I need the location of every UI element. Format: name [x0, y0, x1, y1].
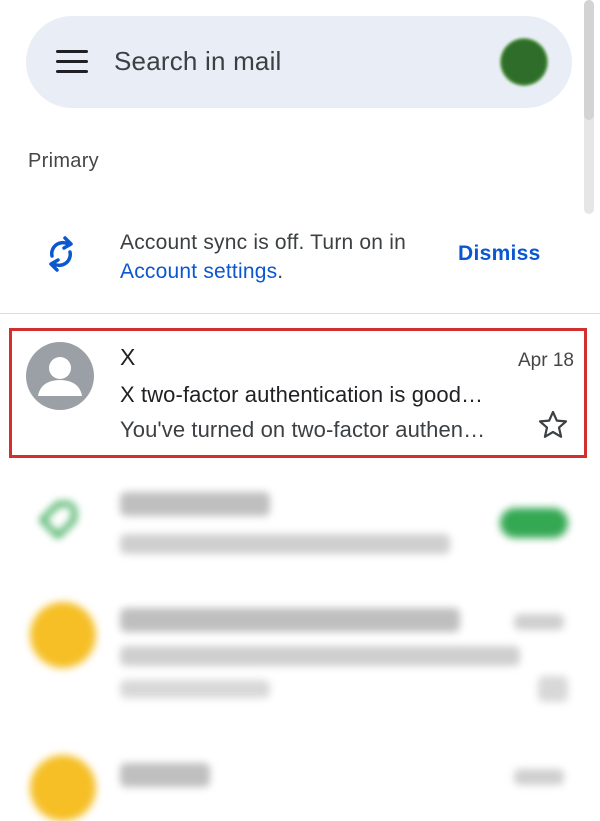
- account-settings-link[interactable]: Account settings: [120, 260, 277, 283]
- search-input[interactable]: Search in mail: [114, 46, 282, 77]
- account-avatar[interactable]: [502, 40, 546, 84]
- divider: [0, 313, 600, 314]
- dismiss-button[interactable]: Dismiss: [458, 242, 541, 266]
- sync-message-end: .: [277, 260, 284, 283]
- email-sender: X: [120, 344, 136, 370]
- list-item[interactable]: [0, 592, 600, 712]
- blurred-title: [120, 608, 460, 632]
- blurred-title: [120, 763, 210, 787]
- section-label-primary: Primary: [28, 150, 99, 172]
- blurred-snippet: [120, 534, 450, 554]
- email-snippet: You've turned on two-factor authen…: [120, 417, 486, 442]
- sender-avatar: [30, 755, 96, 821]
- star-outline-icon[interactable]: [538, 676, 568, 702]
- blurred-date: [514, 769, 564, 785]
- search-bar[interactable]: Search in mail: [26, 16, 572, 108]
- list-item[interactable]: [0, 482, 600, 582]
- list-item[interactable]: [0, 745, 600, 821]
- email-date: Apr 18: [518, 350, 574, 371]
- blurred-snippet: [120, 680, 270, 698]
- sender-avatar: [30, 602, 96, 668]
- scrollbar-thumb[interactable]: [584, 0, 594, 120]
- person-avatar-icon: [26, 342, 94, 410]
- count-badge: [500, 508, 568, 538]
- blurred-date: [514, 614, 564, 630]
- star-outline-icon[interactable]: [538, 410, 568, 440]
- hamburger-menu-icon[interactable]: [56, 50, 88, 74]
- sync-message-text: Account sync is off. Turn on in: [120, 231, 406, 254]
- email-subject: X two-factor authentication is good…: [120, 382, 484, 407]
- sync-icon: [49, 236, 73, 272]
- blurred-title: [120, 492, 270, 516]
- tag-icon: [39, 501, 77, 539]
- blurred-snippet: [120, 646, 520, 666]
- scrollbar[interactable]: [584, 0, 594, 214]
- sync-message: Account sync is off. Turn on in Account …: [120, 228, 440, 286]
